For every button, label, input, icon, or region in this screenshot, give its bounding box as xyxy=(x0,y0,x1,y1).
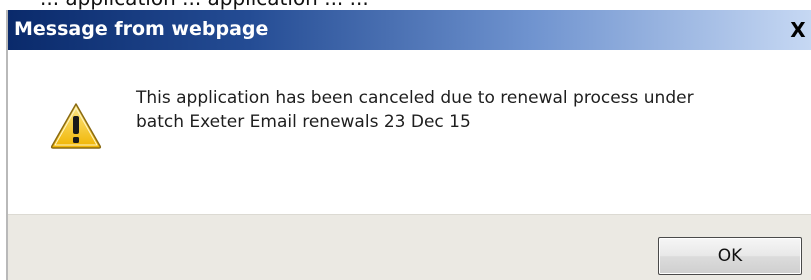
warning-icon xyxy=(50,103,102,149)
message-line-1: This application has been canceled due t… xyxy=(136,88,694,108)
background-page-caption-text: ... application ... application ... ... xyxy=(40,0,369,10)
ok-button[interactable]: OK xyxy=(658,237,802,275)
dialog-message: This application has been canceled due t… xyxy=(136,86,786,134)
page: ... application ... application ... ... … xyxy=(0,0,811,280)
message-dialog: Message from webpage X This application … xyxy=(6,10,811,280)
message-line-2: batch Exeter Email renewals 23 Dec 15 xyxy=(136,112,471,132)
dialog-titlebar[interactable]: Message from webpage X xyxy=(8,10,811,50)
dialog-footer: OK xyxy=(8,214,811,280)
dialog-content: This application has been canceled due t… xyxy=(8,50,811,214)
background-page-caption: ... application ... application ... ... xyxy=(0,0,811,10)
dialog-title: Message from webpage xyxy=(14,18,269,40)
close-button[interactable]: X xyxy=(785,16,811,46)
